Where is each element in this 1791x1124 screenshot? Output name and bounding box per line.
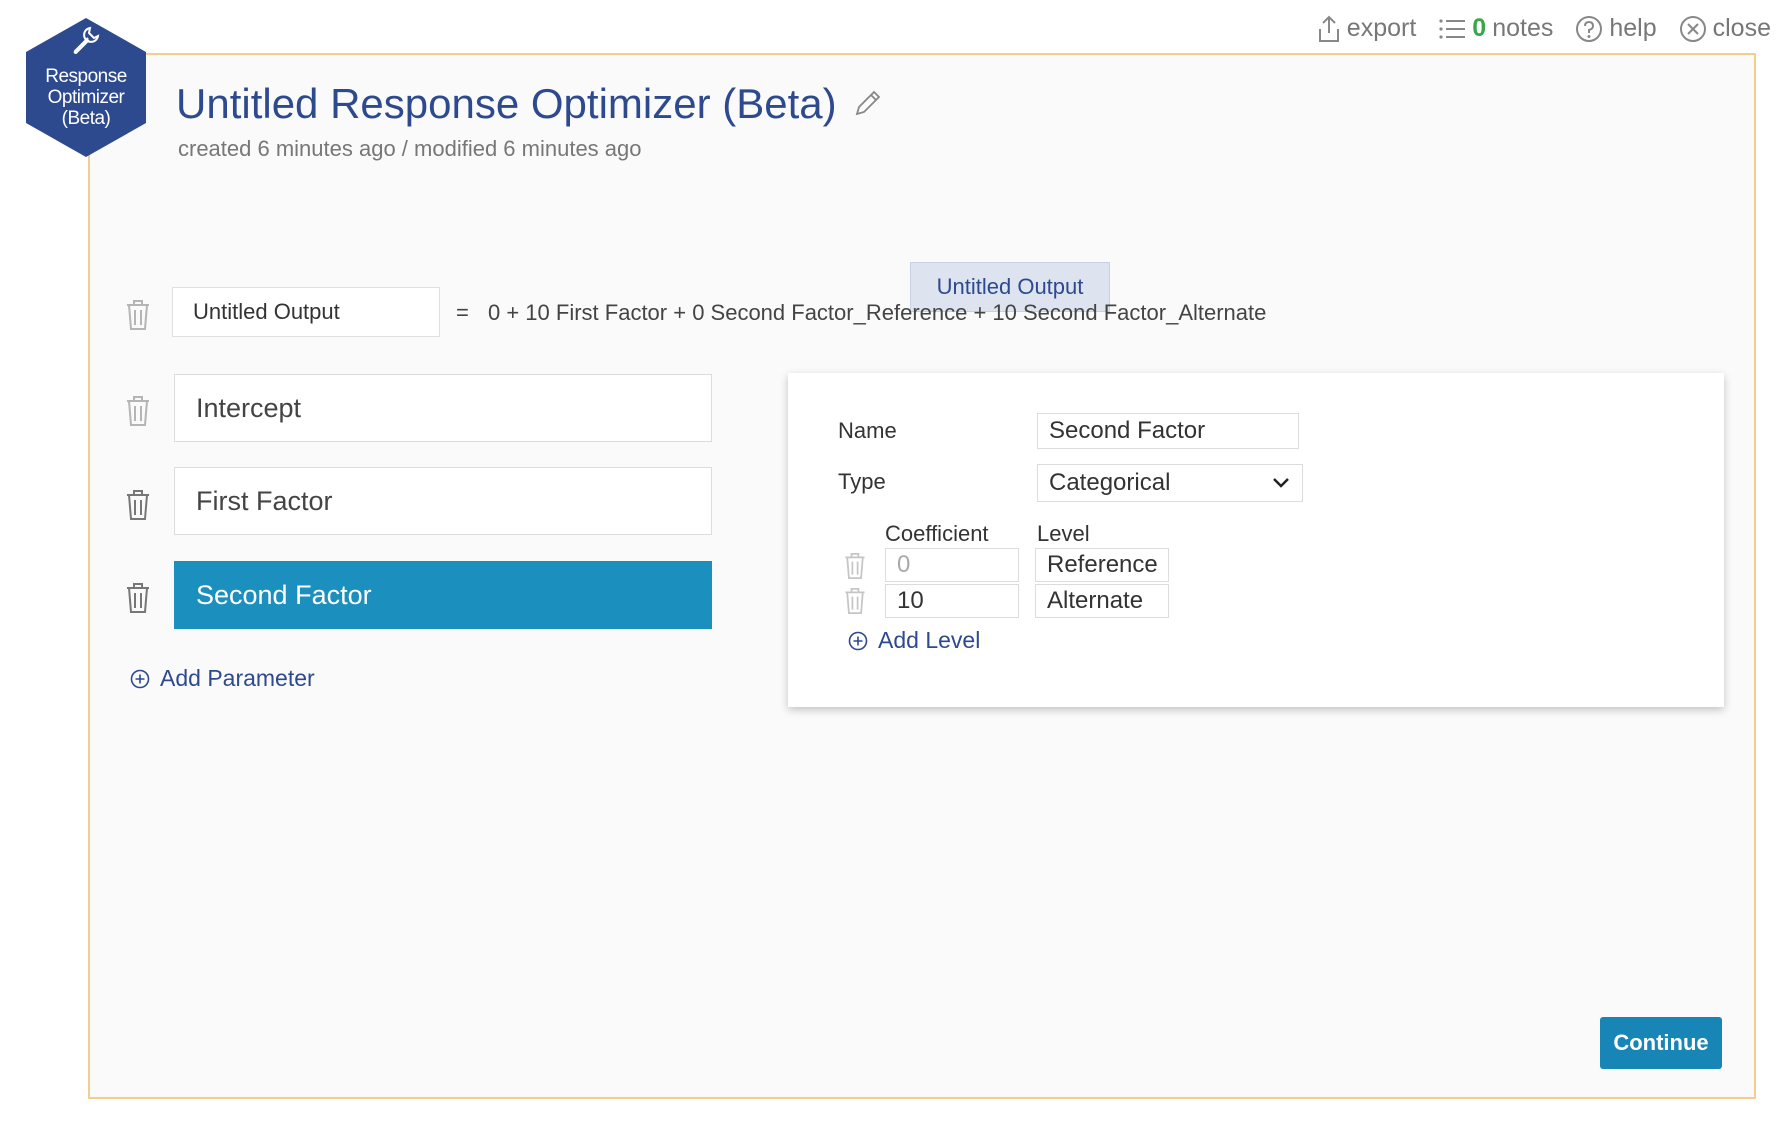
add-level-button[interactable]: Add Level	[848, 627, 980, 654]
delete-level-reference-trash-icon[interactable]	[842, 551, 868, 581]
export-button[interactable]: export	[1317, 14, 1416, 43]
badge-label: Response Optimizer (Beta)	[24, 66, 148, 129]
coefficient-header: Coefficient	[885, 521, 989, 546]
wrench-icon	[73, 26, 100, 55]
help-button[interactable]: help	[1575, 14, 1657, 43]
help-label: help	[1609, 14, 1657, 42]
parameter-intercept[interactable]: Intercept	[174, 374, 712, 442]
close-label: close	[1712, 14, 1771, 42]
equation-text: 0 + 10 First Factor + 0 Second Factor_Re…	[488, 300, 1267, 325]
level-header: Level	[1037, 521, 1090, 546]
level-input[interactable]: Alternate	[1035, 584, 1169, 618]
coefficient-input[interactable]: 0	[885, 548, 1019, 582]
output-name-field[interactable]: Untitled Output	[172, 287, 440, 337]
add-level-label: Add Level	[878, 627, 981, 653]
delete-first-factor-trash-icon[interactable]	[123, 488, 153, 522]
badge-line: Response	[45, 66, 127, 87]
name-label: Name	[838, 418, 897, 443]
badge-line: Optimizer	[47, 87, 125, 108]
delete-intercept-trash-icon[interactable]	[123, 394, 153, 428]
add-parameter-button[interactable]: Add Parameter	[130, 665, 315, 692]
plus-circle-icon	[848, 631, 868, 650]
title-row: Untitled Response Optimizer (Beta)	[176, 80, 883, 128]
type-label: Type	[838, 469, 886, 494]
plus-circle-icon	[130, 669, 150, 688]
chevron-down-icon	[1273, 478, 1289, 488]
close-icon	[1679, 15, 1706, 42]
badge-line: (Beta)	[61, 108, 111, 129]
notes-label: notes	[1492, 14, 1554, 42]
page-title[interactable]: Untitled Response Optimizer (Beta)	[176, 80, 837, 128]
delete-output-trash-icon[interactable]	[123, 298, 153, 332]
parameter-first-factor[interactable]: First Factor	[174, 467, 712, 535]
parameter-second-factor[interactable]: Second Factor	[174, 561, 712, 629]
list-icon	[1439, 18, 1466, 39]
notes-button[interactable]: 0 notes	[1438, 14, 1553, 43]
parameter-detail-panel: Name Second Factor Type Categorical Coef…	[788, 373, 1724, 707]
delete-second-factor-trash-icon[interactable]	[123, 581, 153, 615]
help-icon	[1576, 15, 1603, 42]
close-button[interactable]: close	[1679, 14, 1771, 43]
coefficient-input[interactable]: 10	[885, 584, 1019, 618]
notes-count: 0	[1472, 14, 1487, 42]
main-frame: Untitled Output Untitled Output = 0 + 10…	[88, 53, 1756, 1099]
type-select[interactable]: Categorical	[1037, 464, 1303, 502]
pencil-icon[interactable]	[851, 88, 883, 120]
equals-sign: =	[456, 300, 469, 325]
type-select-value: Categorical	[1049, 469, 1171, 496]
level-input[interactable]: Reference	[1035, 548, 1169, 582]
continue-button[interactable]: Continue	[1600, 1017, 1722, 1069]
top-toolbar: export 0 notes help close	[1317, 14, 1771, 43]
page-subtitle: created 6 minutes ago / modified 6 minut…	[178, 136, 642, 161]
export-label: export	[1346, 14, 1417, 42]
add-parameter-label: Add Parameter	[160, 665, 315, 691]
parameter-name-input[interactable]: Second Factor	[1037, 413, 1299, 449]
delete-level-alternate-trash-icon[interactable]	[842, 586, 868, 616]
export-icon	[1318, 15, 1339, 42]
app-badge: Response Optimizer (Beta)	[24, 16, 148, 159]
